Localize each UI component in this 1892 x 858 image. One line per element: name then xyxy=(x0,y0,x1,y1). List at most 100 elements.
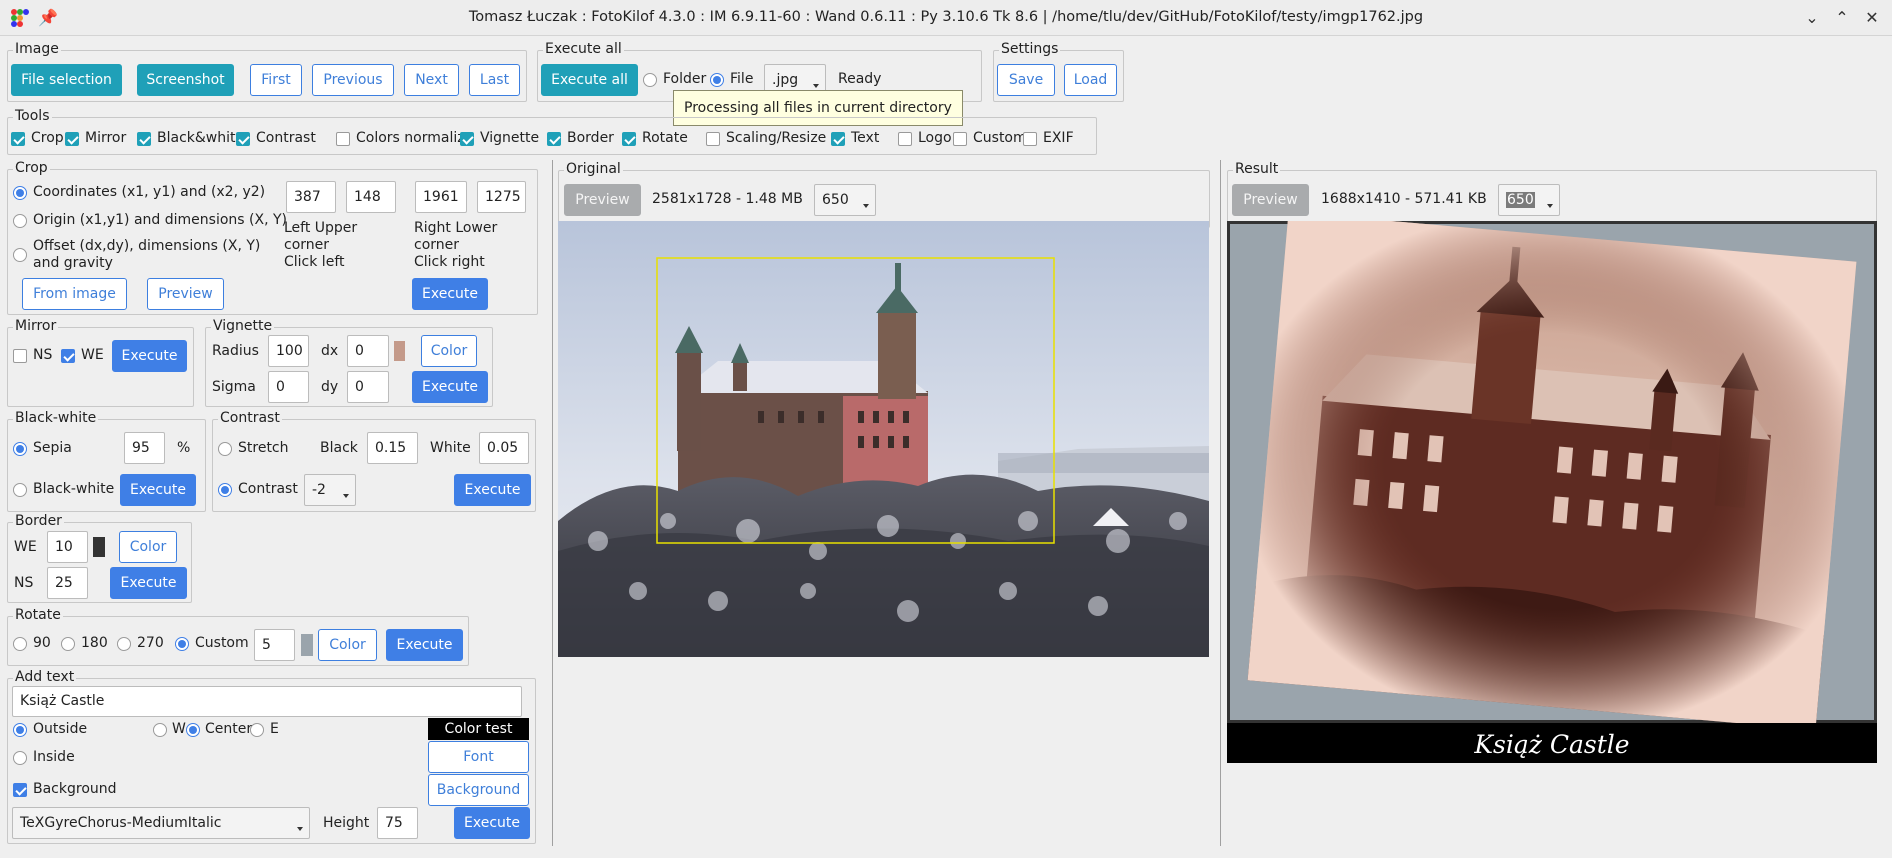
mirror-execute-button[interactable]: Execute xyxy=(112,340,187,372)
rotate-execute-button[interactable]: Execute xyxy=(386,629,463,661)
vignette-group-label: Vignette xyxy=(211,318,275,334)
black-white-radio[interactable] xyxy=(13,483,27,497)
font-select[interactable]: TeXGyreChorus-MediumItalic xyxy=(12,807,310,839)
text-e-label: E xyxy=(270,721,279,737)
black-white-execute-button[interactable]: Execute xyxy=(120,474,196,506)
text-background-checkbox[interactable] xyxy=(13,783,27,797)
result-image[interactable]: Książ Castle xyxy=(1227,221,1877,763)
mirror-ns-checkbox[interactable] xyxy=(13,349,27,363)
close-icon[interactable]: ✕ xyxy=(1860,6,1884,30)
tool-checkbox[interactable] xyxy=(236,132,250,146)
crop-coordinates-label: Coordinates (x1, y1) and (x2, y2) xyxy=(33,184,266,200)
tool-checkbox[interactable] xyxy=(137,132,151,146)
vignette-sigma-input[interactable]: 0 xyxy=(268,371,309,403)
rotate-270-label: 270 xyxy=(137,635,164,651)
tool-checkbox[interactable] xyxy=(953,132,967,146)
sepia-radio[interactable] xyxy=(13,442,27,456)
border-we-input[interactable]: 10 xyxy=(47,531,88,563)
border-ns-input[interactable]: 25 xyxy=(47,567,88,599)
rotate-custom-radio[interactable] xyxy=(175,637,189,651)
contrast-select[interactable]: -2 xyxy=(304,474,356,506)
vignette-execute-button[interactable]: Execute xyxy=(412,371,488,403)
result-preview-button[interactable]: Preview xyxy=(1232,184,1309,216)
add-text-group-label: Add text xyxy=(13,669,77,685)
tool-checkbox[interactable] xyxy=(831,132,845,146)
tool-checkbox[interactable] xyxy=(706,132,720,146)
crop-y1-input[interactable]: 148 xyxy=(346,181,396,213)
rotate-color-button[interactable]: Color xyxy=(318,629,377,661)
tool-checkbox[interactable] xyxy=(460,132,474,146)
original-preview-button[interactable]: Preview xyxy=(564,184,641,216)
rotate-180-radio[interactable] xyxy=(61,637,75,651)
maximize-icon[interactable]: ⌃ xyxy=(1830,6,1854,30)
tool-checkbox[interactable] xyxy=(1023,132,1037,146)
minimize-icon[interactable]: ⌄ xyxy=(1800,6,1824,30)
execute-all-button[interactable]: Execute all xyxy=(541,64,638,96)
vignette-dx-input[interactable]: 0 xyxy=(347,335,389,367)
tool-checkbox[interactable] xyxy=(547,132,561,146)
sepia-input[interactable]: 95 xyxy=(124,432,165,464)
crop-offset-radio[interactable] xyxy=(13,248,27,262)
file-radio[interactable] xyxy=(710,73,724,87)
stretch-radio[interactable] xyxy=(218,442,232,456)
folder-label: Folder xyxy=(663,71,707,87)
crop-x1-input[interactable]: 387 xyxy=(286,181,336,213)
file-selection-button[interactable]: File selection xyxy=(11,64,122,96)
text-input[interactable]: Książ Castle xyxy=(12,686,522,717)
background-button[interactable]: Background xyxy=(428,774,529,806)
sepia-percent-label: % xyxy=(177,440,191,456)
original-size-select[interactable]: 650 xyxy=(814,184,876,216)
vignette-radius-input[interactable]: 100 xyxy=(268,335,309,367)
text-center-radio[interactable] xyxy=(186,723,200,737)
contrast-radio[interactable] xyxy=(218,483,232,497)
rotate-270-radio[interactable] xyxy=(117,637,131,651)
tool-label: Border xyxy=(567,130,614,146)
tool-checkbox[interactable] xyxy=(622,132,636,146)
stretch-label: Stretch xyxy=(238,440,289,456)
vignette-dy-input[interactable]: 0 xyxy=(347,371,389,403)
crop-coordinates-radio[interactable] xyxy=(13,186,27,200)
contrast-black-label: Black xyxy=(320,440,358,456)
tool-checkbox[interactable] xyxy=(11,132,25,146)
original-image[interactable] xyxy=(558,221,1209,657)
screenshot-button[interactable]: Screenshot xyxy=(137,64,234,96)
rotate-90-radio[interactable] xyxy=(13,637,27,651)
crop-y2-input[interactable]: 1275 xyxy=(477,181,526,213)
border-execute-button[interactable]: Execute xyxy=(110,567,187,599)
tool-checkbox[interactable] xyxy=(336,132,350,146)
black-white-label: Black-white xyxy=(33,481,115,497)
last-button[interactable]: Last xyxy=(469,64,520,96)
mirror-we-checkbox[interactable] xyxy=(61,349,75,363)
vignette-color-button[interactable]: Color xyxy=(421,335,477,367)
first-button[interactable]: First xyxy=(250,64,302,96)
tool-label: Rotate xyxy=(642,130,688,146)
crop-execute-button[interactable]: Execute xyxy=(412,278,488,310)
text-execute-button[interactable]: Execute xyxy=(454,807,530,839)
contrast-execute-button[interactable]: Execute xyxy=(454,474,531,506)
contrast-white-input[interactable]: 0.05 xyxy=(479,432,529,464)
save-button[interactable]: Save xyxy=(997,64,1055,96)
text-w-radio[interactable] xyxy=(153,723,167,737)
text-center-label: Center xyxy=(205,721,253,737)
text-e-radio[interactable] xyxy=(250,723,264,737)
load-button[interactable]: Load xyxy=(1064,64,1117,96)
contrast-black-input[interactable]: 0.15 xyxy=(367,432,418,464)
tool-checkbox[interactable] xyxy=(65,132,79,146)
result-size-select[interactable]: 650 xyxy=(1498,184,1560,216)
crop-origin-radio[interactable] xyxy=(13,214,27,228)
border-color-button[interactable]: Color xyxy=(119,531,177,563)
font-button[interactable]: Font xyxy=(428,741,529,773)
crop-x2-input[interactable]: 1961 xyxy=(415,181,467,213)
tool-checkbox[interactable] xyxy=(898,132,912,146)
crop-from-image-button[interactable]: From image xyxy=(22,278,127,310)
crop-preview-button[interactable]: Preview xyxy=(147,278,224,310)
next-button[interactable]: Next xyxy=(404,64,459,96)
border-color-swatch xyxy=(93,537,105,557)
rotate-custom-input[interactable]: 5 xyxy=(254,629,295,661)
folder-radio[interactable] xyxy=(643,73,657,87)
text-height-input[interactable]: 75 xyxy=(377,807,418,839)
text-outside-radio[interactable] xyxy=(13,723,27,737)
text-inside-label: Inside xyxy=(33,749,75,765)
previous-button[interactable]: Previous xyxy=(312,64,394,96)
text-inside-radio[interactable] xyxy=(13,751,27,765)
